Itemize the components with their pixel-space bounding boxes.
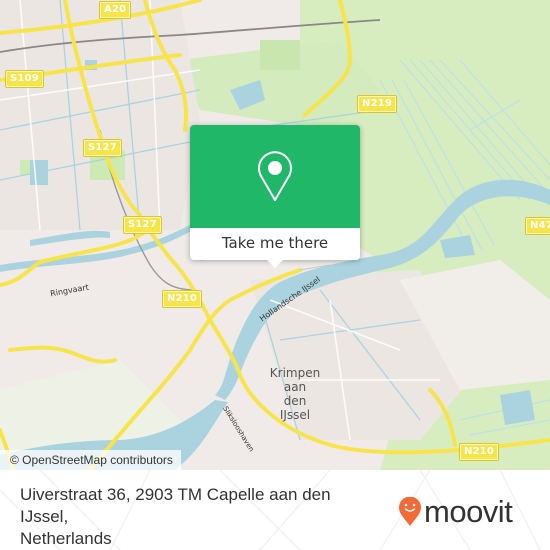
city-label-line: den	[283, 394, 307, 408]
road-label-n475: N475	[524, 217, 550, 235]
road-label-n219: N219	[356, 95, 398, 113]
road-label-a20: A20	[98, 1, 132, 19]
moovit-wordmark: moovit	[424, 494, 513, 529]
road-label-n210-west: N210	[161, 290, 203, 308]
popup-pointer	[266, 259, 284, 268]
road-label-s109: S109	[5, 70, 44, 88]
address-line-2: Netherlands	[20, 529, 112, 548]
moovit-logo[interactable]: moovit	[399, 492, 513, 532]
footer: Uiverstraat 36, 2903 TM Capelle aan den …	[0, 470, 550, 550]
address-line-1: Uiverstraat 36, 2903 TM Capelle aan den …	[20, 485, 331, 526]
road-label-s127-south: S127	[123, 216, 162, 234]
city-label-line: Krimpen	[269, 366, 321, 380]
osm-attribution[interactable]: © OpenStreetMap contributors	[0, 450, 181, 470]
city-label-line: aan	[283, 380, 307, 394]
popup-header	[190, 125, 360, 228]
take-me-there-button[interactable]: Take me there	[190, 228, 360, 260]
map-view[interactable]: A20 S109 S127 S127 N219 N210 N210 N475 R…	[0, 0, 550, 470]
road-label-s127-north: S127	[83, 139, 122, 157]
moovit-pin-smile-icon	[399, 497, 421, 526]
city-label-line: IJssel	[279, 408, 311, 422]
label-krimpen-aan-den-ijssel: Krimpen aan den IJssel	[260, 366, 330, 422]
take-me-there-popup[interactable]: Take me there	[190, 125, 360, 268]
road-label-n210-east: N210	[458, 443, 500, 461]
map-pin-icon	[258, 151, 292, 201]
address-text: Uiverstraat 36, 2903 TM Capelle aan den …	[20, 484, 380, 550]
